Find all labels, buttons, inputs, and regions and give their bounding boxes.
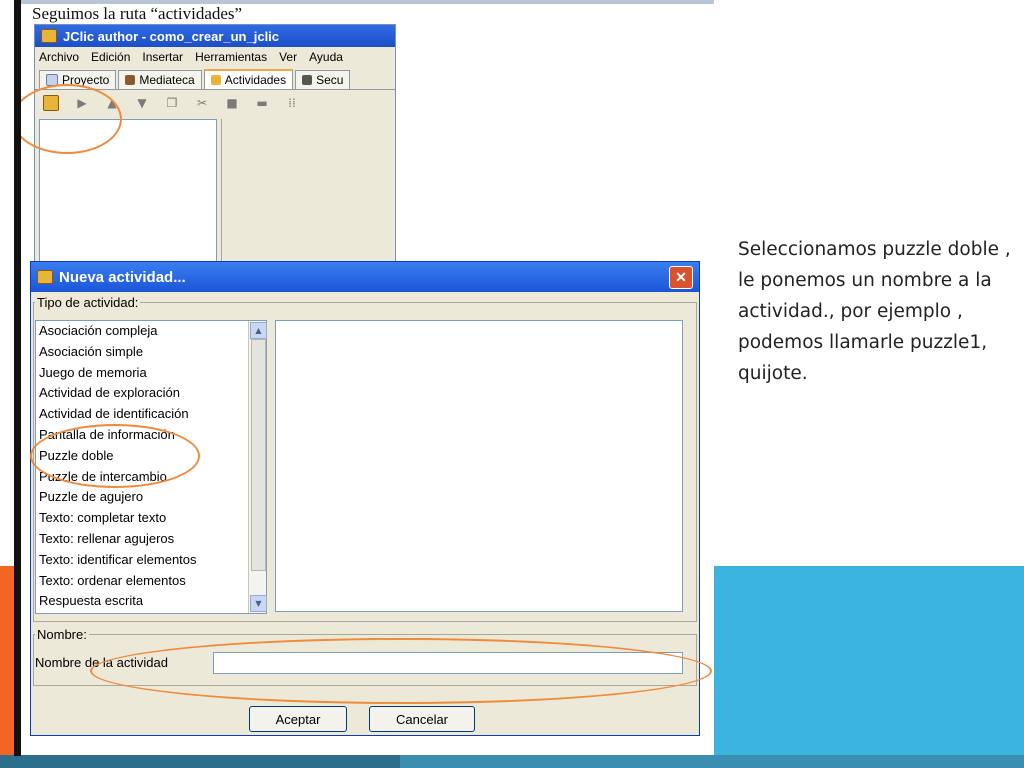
- scroll-up-icon[interactable]: ▲: [250, 322, 267, 339]
- cut-icon[interactable]: ✂: [195, 96, 209, 110]
- menu-insertar[interactable]: Insertar: [142, 50, 183, 64]
- scroll-thumb[interactable]: [251, 339, 266, 571]
- tab-secuencias-label: Secu: [316, 73, 344, 87]
- settings-icon[interactable]: ⁞⁞: [285, 96, 299, 110]
- name-group-label: Nombre:: [35, 627, 89, 642]
- tab-mediateca-label: Mediateca: [139, 73, 195, 87]
- list-item[interactable]: Puzzle de agujero: [36, 487, 266, 508]
- list-item[interactable]: Texto: identificar elementos: [36, 550, 266, 571]
- menu-ver[interactable]: Ver: [279, 50, 297, 64]
- list-item[interactable]: Actividad de exploración: [36, 383, 266, 404]
- annotation-ring-puzzle-doble: [30, 424, 200, 488]
- delete-icon[interactable]: ▬: [255, 96, 269, 110]
- menu-archivo[interactable]: Archivo: [39, 50, 79, 64]
- tab-actividades[interactable]: Actividades: [203, 69, 294, 89]
- annotation-ring-name-field: [90, 638, 712, 704]
- jclic-app-icon: [41, 29, 57, 43]
- media-icon: [125, 75, 136, 85]
- tab-secuencias[interactable]: Secu: [295, 70, 351, 89]
- menu-ayuda[interactable]: Ayuda: [309, 50, 343, 64]
- slide-left-rule: [14, 0, 21, 756]
- scroll-down-icon[interactable]: ▼: [250, 595, 267, 612]
- copy-icon[interactable]: ❐: [165, 96, 179, 110]
- activity-icon: [210, 75, 221, 85]
- menu-herramientas[interactable]: Herramientas: [195, 50, 267, 64]
- slide-heading: Seguimos la ruta “actividades”: [32, 4, 243, 23]
- move-down-icon[interactable]: ▼: [135, 96, 149, 110]
- slide-blue-accent: [712, 566, 1024, 768]
- slide-bottom-band-dark: [0, 755, 400, 768]
- type-group-label: Tipo de actividad:: [35, 295, 141, 310]
- close-icon[interactable]: ✕: [669, 266, 693, 289]
- list-item[interactable]: Actividad de identificación: [36, 404, 266, 425]
- activity-description-panel: [275, 320, 683, 612]
- cancel-button[interactable]: Cancelar: [369, 706, 475, 732]
- list-item[interactable]: Texto: ordenar elementos: [36, 571, 266, 592]
- dialog-title: Nueva actividad...: [59, 268, 186, 286]
- dialog-app-icon: [37, 270, 53, 284]
- jclic-menubar: Archivo Edición Insertar Herramientas Ve…: [35, 47, 395, 67]
- list-item[interactable]: Asociación simple: [36, 342, 266, 363]
- accept-button[interactable]: Aceptar: [249, 706, 347, 732]
- tab-actividades-label: Actividades: [224, 73, 287, 87]
- paste-icon[interactable]: ■: [225, 96, 239, 110]
- list-item[interactable]: Juego de memoria: [36, 363, 266, 384]
- embedded-screenshot: Seguimos la ruta “actividades” JClic aut…: [20, 0, 714, 755]
- menu-edicion[interactable]: Edición: [91, 50, 130, 64]
- list-item[interactable]: Texto: rellenar agujeros: [36, 529, 266, 550]
- sequence-icon: [302, 75, 313, 85]
- jclic-title-bar: JClic author - como_crear_un_jclic: [35, 25, 395, 47]
- jclic-window-title: JClic author - como_crear_un_jclic: [63, 28, 280, 44]
- list-item[interactable]: Asociación compleja: [36, 321, 266, 342]
- dialog-title-bar: Nueva actividad... ✕: [31, 262, 699, 292]
- activity-edit-panel: [221, 119, 395, 265]
- tab-mediateca[interactable]: Mediateca: [118, 70, 202, 89]
- list-item[interactable]: Texto: completar texto: [36, 508, 266, 529]
- list-item[interactable]: Respuesta escrita: [36, 591, 266, 612]
- slide-caption: Seleccionamos puzzle doble , le ponemos …: [738, 239, 1011, 384]
- list-scrollbar[interactable]: ▲ ▼: [248, 321, 267, 613]
